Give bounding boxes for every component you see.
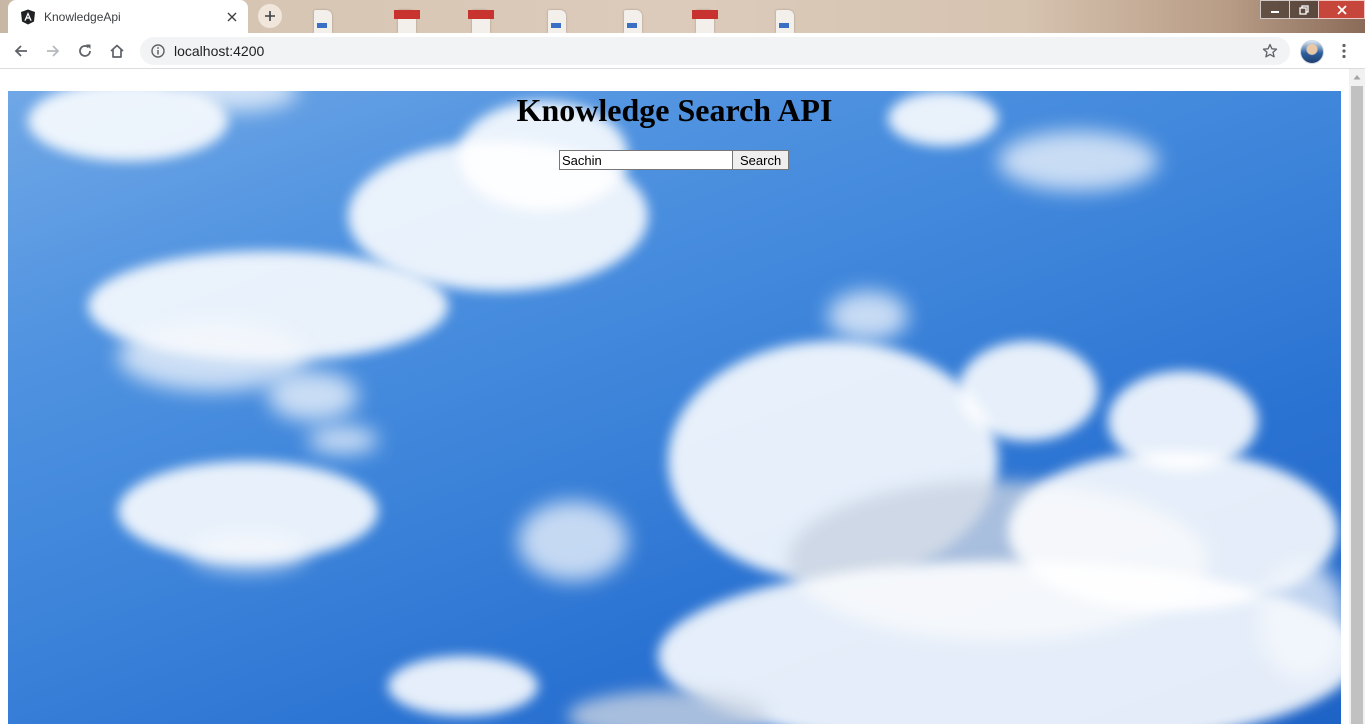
- background-document-icon: [624, 10, 642, 33]
- background-document-icon: [468, 10, 494, 33]
- plus-icon: [258, 4, 282, 28]
- browser-tab[interactable]: KnowledgeApi: [8, 0, 248, 33]
- tab-close-icon[interactable]: [222, 7, 242, 27]
- background-document-icon: [394, 10, 420, 33]
- cloud: [998, 131, 1158, 191]
- background-document-icon: [692, 10, 718, 33]
- tab-strip: KnowledgeApi: [0, 0, 1365, 33]
- tab-title: KnowledgeApi: [44, 9, 121, 24]
- url-text[interactable]: localhost:4200: [174, 43, 1256, 59]
- info-icon[interactable]: [150, 43, 166, 59]
- forward-button[interactable]: [39, 37, 67, 65]
- cloud: [828, 291, 908, 341]
- browser-toolbar: localhost:4200: [0, 33, 1365, 69]
- star-icon[interactable]: [1256, 37, 1284, 65]
- window-close-button[interactable]: [1318, 0, 1365, 19]
- address-bar[interactable]: localhost:4200: [140, 37, 1290, 65]
- restore-icon: [1299, 4, 1309, 15]
- cloud: [188, 531, 308, 571]
- cloud: [658, 561, 1341, 724]
- cloud: [268, 371, 358, 421]
- minimize-icon: [1271, 10, 1279, 13]
- background-document-icon: [548, 10, 566, 33]
- scroll-up-arrow-icon[interactable]: [1349, 69, 1365, 85]
- new-tab-button[interactable]: [256, 4, 284, 28]
- cloud: [1258, 561, 1341, 681]
- cloud: [958, 341, 1098, 441]
- menu-icon: [1342, 43, 1346, 59]
- forward-arrow-icon: [47, 45, 60, 57]
- vertical-scrollbar[interactable]: [1349, 69, 1365, 724]
- search-form: Search: [559, 150, 790, 170]
- page-title: Knowledge Search API: [516, 92, 833, 128]
- cloud: [518, 501, 628, 581]
- window-close-icon: [1336, 4, 1347, 15]
- background-document-icon: [314, 10, 332, 33]
- angular-icon: [20, 9, 36, 25]
- back-arrow-icon: [14, 45, 27, 57]
- cloud: [388, 656, 538, 716]
- home-icon: [110, 44, 124, 58]
- scrollbar-thumb[interactable]: [1351, 86, 1363, 724]
- window-controls: [1260, 0, 1365, 19]
- background-document-icon: [776, 10, 794, 33]
- search-input[interactable]: [559, 150, 732, 170]
- minimize-button[interactable]: [1260, 0, 1290, 19]
- search-button[interactable]: Search: [732, 150, 790, 170]
- reload-button[interactable]: [71, 37, 99, 65]
- profile-avatar[interactable]: [1300, 40, 1324, 64]
- page-viewport: Knowledge Search API Search: [0, 69, 1365, 724]
- restore-button[interactable]: [1289, 0, 1319, 19]
- cloud: [308, 426, 378, 454]
- reload-icon: [79, 44, 91, 57]
- sky-background: Knowledge Search API Search: [8, 91, 1341, 724]
- back-button[interactable]: [7, 37, 35, 65]
- browser-menu-button[interactable]: [1330, 37, 1358, 65]
- home-button[interactable]: [103, 37, 131, 65]
